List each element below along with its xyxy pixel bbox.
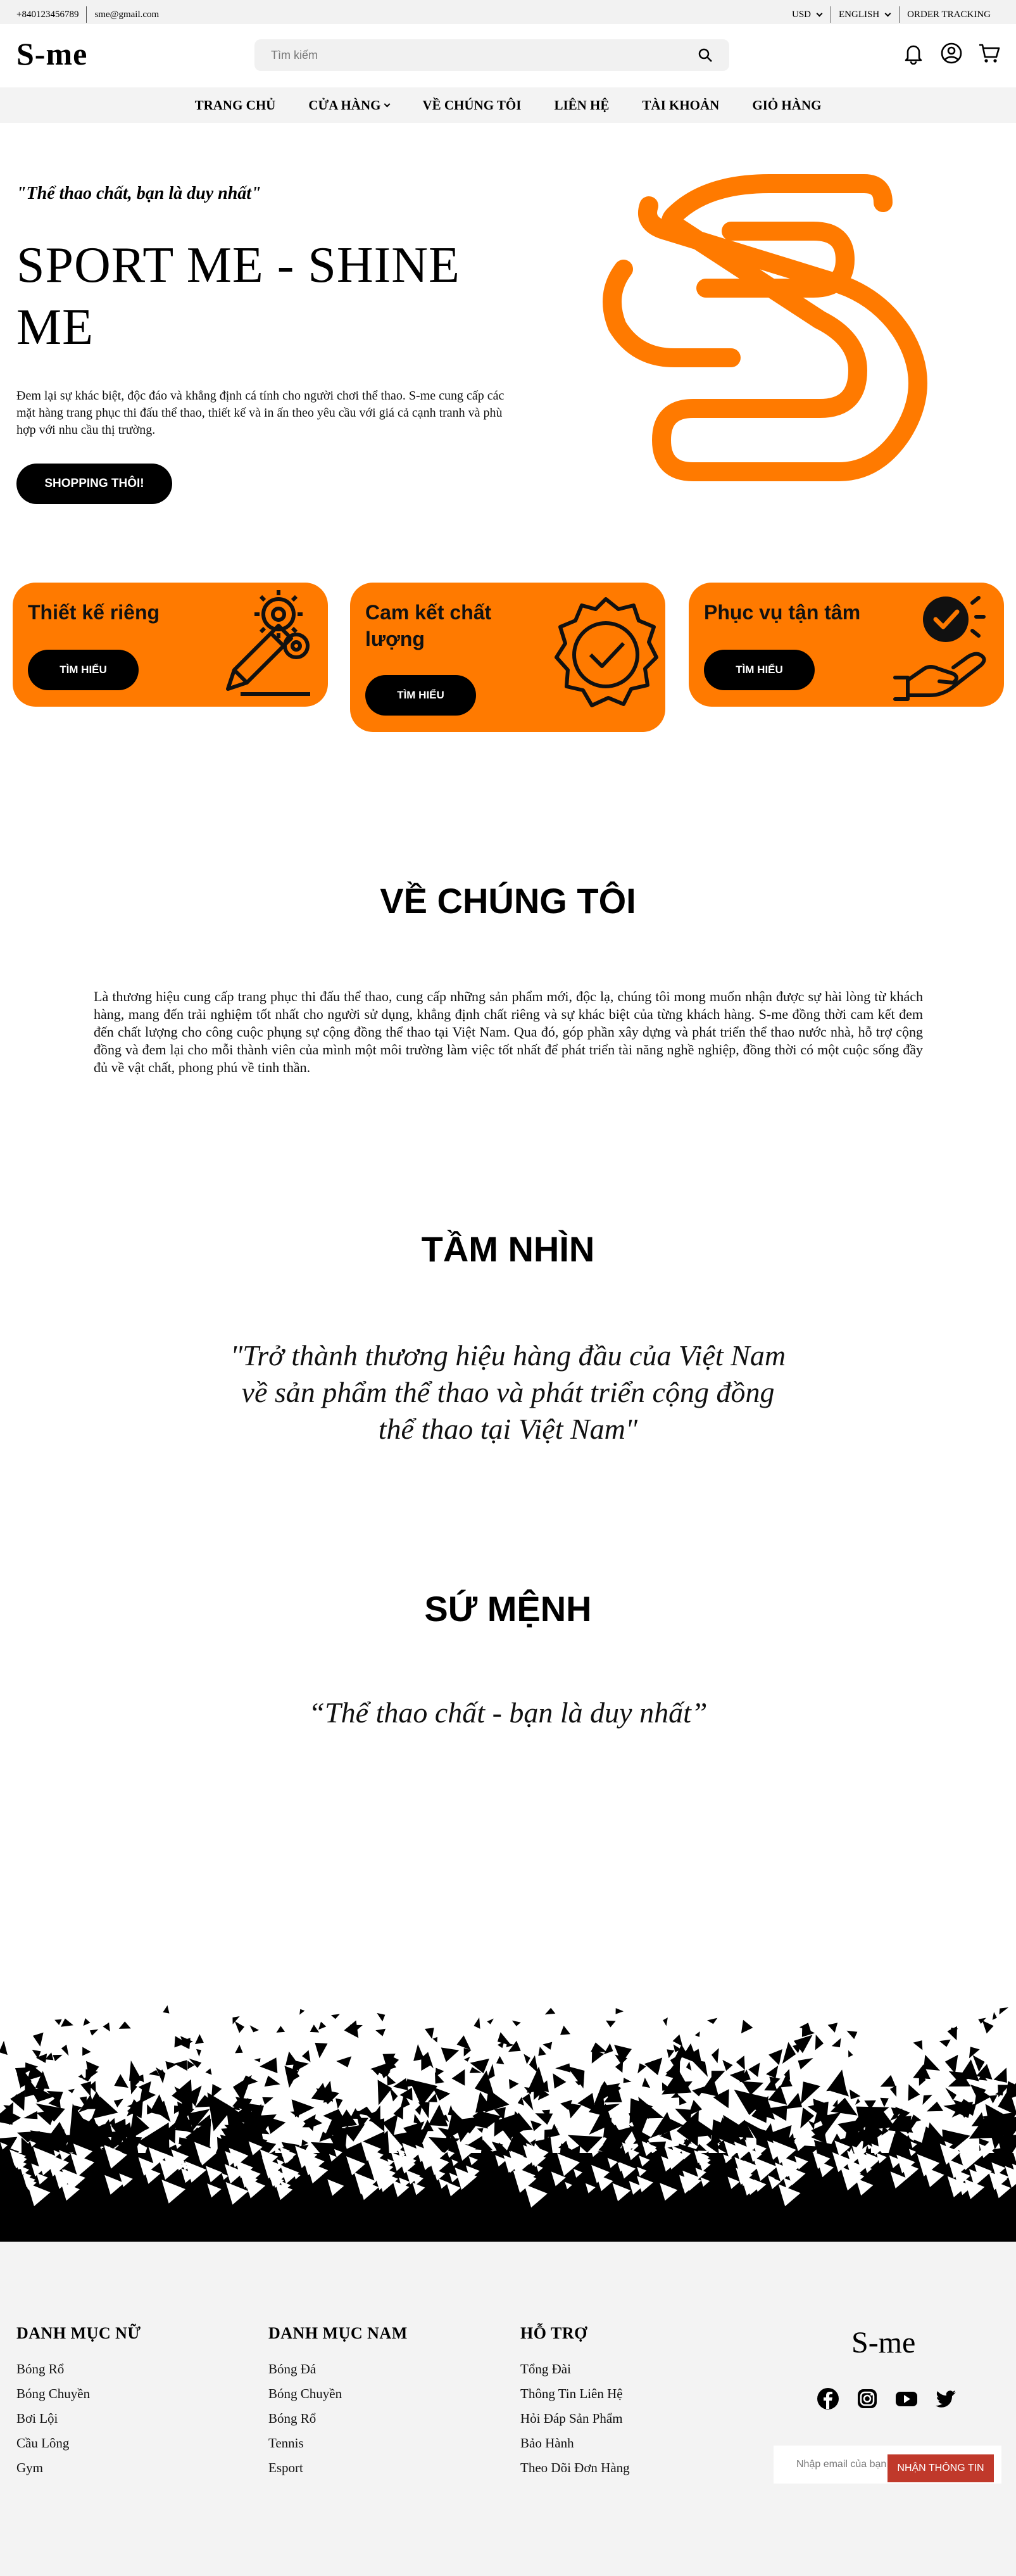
- twitter-icon[interactable]: [934, 2387, 957, 2410]
- hero-description: Đem lại sự khác biệt, độc đáo và khẳng đ…: [16, 389, 505, 437]
- chevron-down-icon: [884, 10, 891, 16]
- newsletter-form: NHẬN THÔNG TIN: [774, 2446, 1001, 2484]
- learn-more-button[interactable]: TÌM HIỂU: [704, 650, 815, 690]
- header: S-me: [0, 24, 1016, 87]
- vision-heading: TẦM NHÌN: [421, 1229, 595, 1269]
- hero-title: SPORT ME - SHINE ME: [16, 237, 460, 355]
- feature-card-service: Phục vụ tận tâm TÌM HIỂU: [689, 583, 1004, 707]
- language-select[interactable]: ENGLISH: [839, 9, 891, 20]
- pencil-gears-icon: [226, 590, 310, 696]
- search-icon[interactable]: [698, 47, 713, 63]
- search-box: [254, 39, 729, 71]
- footer-link[interactable]: Bóng Đá: [268, 2357, 408, 2382]
- newsletter-email-input[interactable]: [774, 2446, 887, 2484]
- footer-column-title: DANH MỤC NỮ: [16, 2324, 141, 2342]
- facebook-icon[interactable]: [817, 2387, 839, 2410]
- mission-heading: SỨ MỆNH: [424, 1589, 592, 1629]
- footer-link[interactable]: Bóng Rổ: [268, 2406, 408, 2431]
- social-links: [817, 2387, 957, 2410]
- nav-item-about[interactable]: VỀ CHÚNG TÔI: [422, 98, 521, 113]
- shattered-divider-image: [0, 2005, 1016, 2242]
- nav-item-account[interactable]: TÀI KHOẢN: [642, 98, 719, 113]
- main-nav: TRANG CHỦ CỬA HÀNG VỀ CHÚNG TÔI LIÊN HỆ …: [0, 87, 1016, 123]
- footer-women-column: DANH MỤC NỮ Bóng Rổ Bóng Chuyền Bơi Lội …: [16, 2324, 141, 2480]
- hero-tagline: "Thể thao chất, bạn là duy nhất": [16, 184, 261, 203]
- footer: DANH MỤC NỮ Bóng Rổ Bóng Chuyền Bơi Lội …: [0, 2242, 1016, 2576]
- nav-item-home[interactable]: TRANG CHỦ: [195, 98, 276, 113]
- footer-link[interactable]: Bảo Hành: [520, 2431, 630, 2456]
- learn-more-button[interactable]: TÌM HIỂU: [365, 675, 476, 716]
- feature-card-title: Thiết kế riêng: [28, 601, 160, 624]
- youtube-icon[interactable]: [895, 2387, 918, 2410]
- chevron-down-icon: [816, 10, 823, 16]
- shop-now-button[interactable]: SHOPPING THÔI!: [16, 464, 172, 504]
- footer-link[interactable]: Bóng Chuyền: [268, 2382, 408, 2406]
- quality-badge-icon: [555, 597, 658, 707]
- nav-item-contact[interactable]: LIÊN HỆ: [554, 98, 609, 113]
- contact-email[interactable]: sme@gmail.com: [94, 9, 159, 20]
- footer-men-column: DANH MỤC NAM Bóng Đá Bóng Chuyền Bóng Rổ…: [268, 2324, 408, 2480]
- footer-link[interactable]: Theo Dõi Đơn Hàng: [520, 2456, 630, 2480]
- about-heading: VỀ CHÚNG TÔI: [380, 881, 636, 921]
- footer-link[interactable]: Bơi Lội: [16, 2406, 141, 2431]
- search-input[interactable]: [254, 39, 685, 71]
- nav-item-cart[interactable]: GIỎ HÀNG: [752, 98, 821, 113]
- order-tracking-link[interactable]: ORDER TRACKING: [907, 9, 991, 20]
- footer-link[interactable]: Hỏi Đáp Sản Phẩm: [520, 2406, 630, 2431]
- site-logo[interactable]: S-me: [16, 35, 87, 72]
- footer-link[interactable]: Thông Tin Liên Hệ: [520, 2382, 630, 2406]
- instagram-icon[interactable]: [856, 2387, 879, 2410]
- footer-link[interactable]: Tennis: [268, 2431, 408, 2456]
- chevron-down-icon: [384, 101, 391, 107]
- hand-check-icon: [893, 596, 986, 701]
- footer-logo[interactable]: S-me: [851, 2325, 915, 2360]
- mission-quote: “Thể thao chất - bạn là duy nhất”: [308, 1696, 708, 1729]
- footer-link[interactable]: Bóng Rổ: [16, 2357, 141, 2382]
- footer-link[interactable]: Tổng Đài: [520, 2357, 630, 2382]
- nav-item-shop[interactable]: CỬA HÀNG: [308, 98, 391, 113]
- footer-support-column: HỖ TRỢ Tổng Đài Thông Tin Liên Hệ Hỏi Đá…: [520, 2324, 630, 2480]
- bell-icon[interactable]: [902, 42, 925, 65]
- footer-link[interactable]: Esport: [268, 2456, 408, 2480]
- divider: [899, 6, 900, 23]
- footer-link[interactable]: Cầu Lông: [16, 2431, 141, 2456]
- cart-icon[interactable]: [978, 42, 1001, 65]
- feature-card-quality: Cam kết chất lượng TÌM HIỂU: [350, 583, 665, 732]
- user-icon[interactable]: [940, 42, 963, 65]
- brand-logo-image: [603, 174, 927, 481]
- footer-column-title: HỖ TRỢ: [520, 2324, 587, 2342]
- feature-card-design: Thiết kế riêng TÌM HIỂU: [13, 583, 328, 707]
- feature-card-title: Phục vụ tận tâm: [704, 601, 861, 624]
- vision-quote: "Trở thành thương hiệu hàng đầu của Việt…: [230, 1339, 786, 1445]
- divider: [86, 6, 87, 23]
- contact-phone[interactable]: +840123456789: [16, 9, 78, 20]
- footer-link[interactable]: Bóng Chuyền: [16, 2382, 141, 2406]
- currency-select[interactable]: USD: [792, 9, 823, 20]
- feature-card-title: Cam kết chất lượng: [365, 601, 492, 650]
- about-text: Là thương hiệu cung cấp trang phục thi đ…: [94, 988, 923, 1075]
- footer-link[interactable]: Gym: [16, 2456, 141, 2480]
- learn-more-button[interactable]: TÌM HIỂU: [28, 650, 139, 690]
- top-bar: +840123456789 sme@gmail.com USD ENGLISH …: [0, 0, 1016, 24]
- footer-column-title: DANH MỤC NAM: [268, 2324, 408, 2342]
- subscribe-button[interactable]: NHẬN THÔNG TIN: [887, 2454, 994, 2482]
